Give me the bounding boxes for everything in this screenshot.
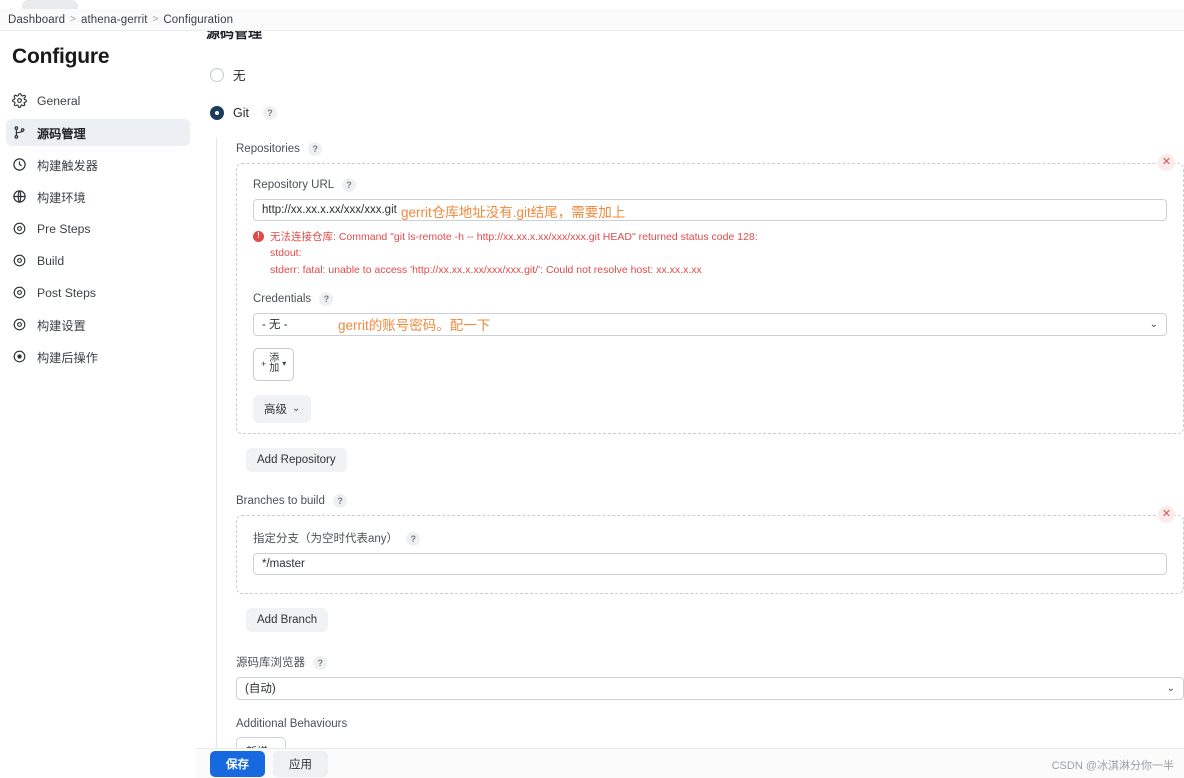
clock-icon [12,157,27,172]
sidebar-item-post-steps[interactable]: Post Steps [6,279,190,306]
branches-to-build-label: Branches to build ? [236,493,1184,508]
breadcrumb-item-configuration[interactable]: Configuration [159,14,237,26]
credentials-label: Credentials ? [253,291,1167,306]
add-repository-button[interactable]: Add Repository [246,447,347,472]
globe-icon [12,189,27,204]
add-credentials-label: 添 加 [269,353,280,375]
gear-icon [12,317,27,332]
chevron-down-icon: ⌄ [292,403,301,415]
browser-chrome-strip [0,0,1184,9]
radio-none-icon[interactable] [210,67,224,82]
repository-url-error: ! 无法连接仓库: Command "git ls-remote -h -- h… [253,229,1167,278]
breadcrumb-separator-icon: > [70,14,77,25]
sidebar-item-label: General [37,93,81,108]
breadcrumb-item-job[interactable]: athena-gerrit [77,14,152,26]
add-credentials-button[interactable]: + 添 加 ▾ [253,347,295,381]
help-icon[interactable]: ? [313,655,328,670]
page-title: Configure [12,45,110,68]
sidebar-item-label: 构建后操作 [37,350,98,365]
sidebar-item-label: Pre Steps [37,221,91,236]
gear-icon [12,93,27,108]
error-icon: ! [253,231,264,242]
gear-icon [12,253,27,268]
repository-url-label: Repository URL ? [253,178,1167,192]
breadcrumb: Dashboard > athena-gerrit > Configuratio… [0,9,1184,31]
branch-block: ✕ 指定分支（为空时代表any） ? */master [236,505,1184,594]
chevron-down-icon: ⌄ [1166,682,1175,694]
sidebar-item-label: Post Steps [37,285,96,300]
sidebar-item-label: 源码管理 [37,126,86,141]
sidebar-item-build-settings[interactable]: 构建设置 [6,311,190,338]
repositories-label: Repositories ? [236,142,1184,156]
add-credentials-char2: 加 [269,363,280,375]
sidebar-item-label: 构建环境 [37,190,86,205]
browser-tab[interactable] [22,0,78,9]
config-sidebar: Configure General 源码管理 构建触发器 构建环境 Pre St… [0,31,196,778]
gear-icon [12,285,27,300]
apply-button[interactable]: 应用 [273,750,328,777]
branch-specifier-label: 指定分支（为空时代表any） ? [253,530,1167,546]
form-action-bar: 保存 应用 [196,748,1184,778]
sidebar-item-build-environment[interactable]: 构建环境 [6,183,190,210]
repository-browser-select[interactable]: (自动) ⌄ [236,676,1184,700]
advanced-label: 高级 [264,403,287,416]
sidebar-item-label: 构建设置 [37,318,86,333]
save-button[interactable]: 保存 [210,750,265,777]
repository-block: ✕ Repository URL ? http://xx.xx.x.xx/xxx… [236,154,1184,434]
scm-option-git-label: Git [233,106,249,120]
radio-git-icon[interactable] [210,106,224,120]
delete-repository-button[interactable]: ✕ [1158,154,1175,171]
repository-browser-label: 源码库浏览器 ? [236,654,1184,670]
chevron-down-icon: ⌄ [1149,318,1158,330]
gear-dot-icon [12,349,27,364]
git-config-block: Repositories ? ✕ Repository URL ? http:/… [216,138,1184,765]
delete-branch-button[interactable]: ✕ [1158,505,1175,523]
error-line: 无法连接仓库: Command "git ls-remote -h -- htt… [270,231,758,243]
credentials-select-value: - 无 - [262,319,288,332]
sidebar-item-pre-steps[interactable]: Pre Steps [6,215,190,242]
sidebar-item-label: 构建触发器 [37,158,98,173]
help-icon[interactable]: ? [319,291,334,306]
advanced-button[interactable]: 高级 ⌄ [253,394,312,423]
sidebar-item-build[interactable]: Build [6,247,190,274]
sidebar-item-scm[interactable]: 源码管理 [6,119,190,146]
scm-option-git[interactable]: Git ? [210,106,1184,120]
additional-behaviours-label: Additional Behaviours [236,717,348,730]
breadcrumb-separator-icon: > [152,14,159,25]
help-icon[interactable]: ? [341,178,356,192]
help-icon[interactable]: ? [333,493,348,508]
help-icon[interactable]: ? [406,531,421,546]
caret-down-icon: ▾ [282,359,287,369]
help-icon[interactable]: ? [262,106,277,120]
repository-browser-value: (自动) [245,683,276,696]
plus-icon: + [261,358,267,369]
sidebar-item-label: Build [37,253,65,268]
scm-option-none[interactable]: 无 [210,65,1184,84]
credentials-select[interactable]: - 无 - ⌄ [253,312,1167,336]
scm-section-heading: 源码管理 [206,31,262,41]
breadcrumb-item-dashboard[interactable]: Dashboard [4,14,69,26]
scm-option-none-label: 无 [233,69,246,83]
branch-icon [12,125,27,140]
sidebar-item-general[interactable]: General [6,87,190,114]
watermark: CSDN @冰淇淋分你一半 [1051,760,1174,772]
gear-icon [12,221,27,236]
repository-url-input[interactable]: http://xx.xx.x.xx/xxx/xxx.git [253,199,1167,221]
sidebar-item-build-triggers[interactable]: 构建触发器 [6,151,190,178]
main-content: 源码管理 无 Git ? Repositories ? ✕ Repository… [196,31,1184,778]
error-line: stderr: fatal: unable to access 'http://… [270,263,702,276]
sidebar-item-post-build-actions[interactable]: 构建后操作 [6,343,190,370]
add-branch-button[interactable]: Add Branch [246,607,329,632]
branch-specifier-input[interactable]: */master [253,552,1167,575]
error-line: stdout: [270,247,302,260]
help-icon[interactable]: ? [308,142,323,156]
